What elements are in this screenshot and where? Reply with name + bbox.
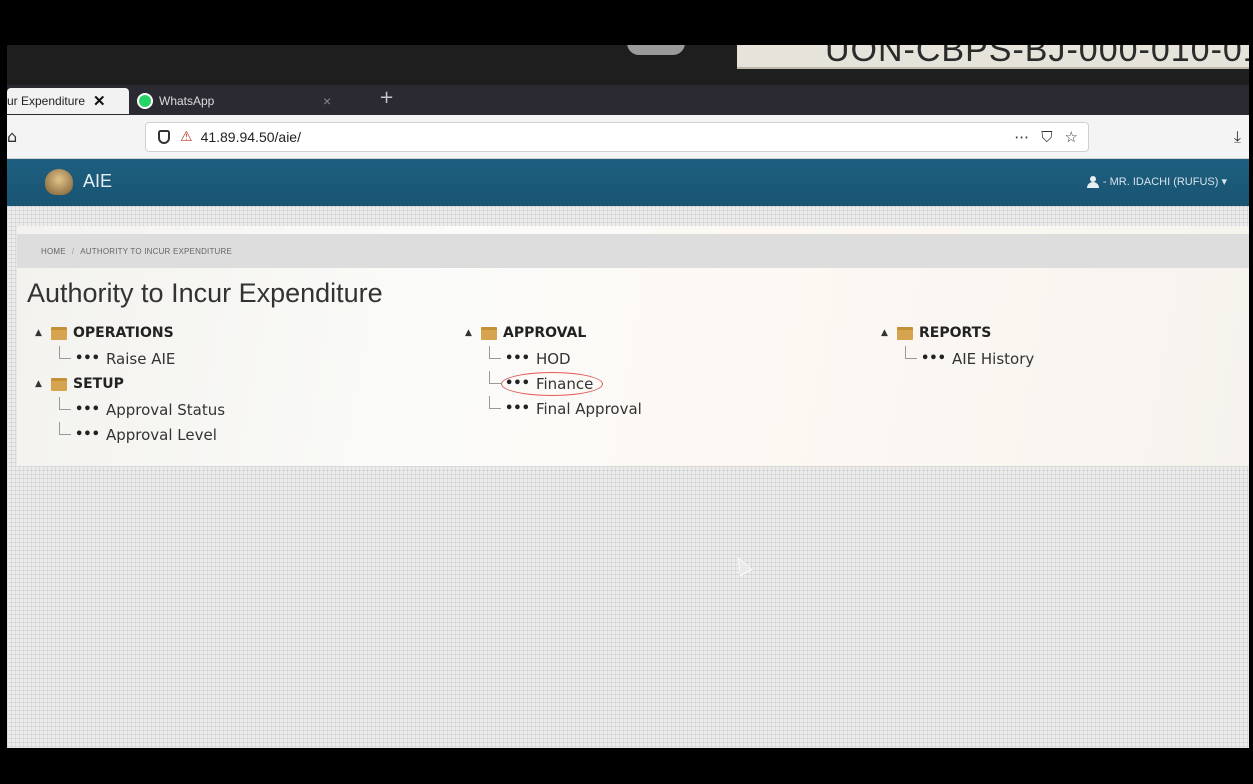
browser-tab-strip: ur Expenditure ✕ WhatsApp × +: [7, 85, 1249, 115]
ellipsis-icon: •••: [75, 402, 100, 417]
more-actions-icon[interactable]: ⋯: [1014, 128, 1029, 146]
asset-sticker: UON-CBPS-BJ-000-010-010: [737, 45, 1249, 69]
tree-item-label[interactable]: HOD: [536, 350, 571, 368]
webcam: [627, 45, 685, 55]
home-icon[interactable]: ⌂: [7, 127, 17, 146]
user-icon: [1086, 175, 1099, 188]
tab-close-icon[interactable]: ✕: [93, 92, 106, 110]
url-actions: ⋯ ⛉ ☆: [1014, 128, 1078, 146]
tree-connector: [59, 422, 71, 435]
university-logo-icon: [45, 169, 73, 195]
photo-border-left: [0, 45, 7, 748]
tree-item-label[interactable]: Approval Level: [106, 426, 217, 444]
tree-approval: ▲ APPROVAL ••• HOD ••• Finance ••• Final…: [465, 320, 642, 421]
breadcrumb: HOME / AUTHORITY TO INCUR EXPENDITURE: [17, 234, 1249, 268]
tab-whatsapp[interactable]: WhatsApp ×: [133, 88, 373, 114]
url-text[interactable]: 41.89.94.50/aie/: [201, 129, 301, 145]
tree-reports: ▲ REPORTS ••• AIE History: [881, 320, 1034, 371]
tab-whatsapp-close-icon[interactable]: ×: [323, 93, 331, 109]
bookmark-star-icon[interactable]: ☆: [1065, 128, 1078, 146]
folder-icon: [897, 326, 913, 340]
browser-nav-bar: ⌂ ⚠ 41.89.94.50/aie/ ⋯ ⛉ ☆ ⤓: [7, 115, 1249, 159]
breadcrumb-current: AUTHORITY TO INCUR EXPENDITURE: [80, 246, 233, 256]
collapse-icon[interactable]: ▲: [465, 328, 481, 338]
tree-item-approval-level[interactable]: ••• Approval Level: [35, 422, 225, 447]
ellipsis-icon: •••: [505, 401, 530, 416]
tracking-shield-icon[interactable]: [158, 130, 170, 144]
collapse-icon[interactable]: ▲: [35, 328, 51, 338]
tree-node-setup[interactable]: ▲ SETUP: [35, 371, 225, 397]
photo-border-top: [0, 0, 1253, 45]
tab-aie[interactable]: ur Expenditure ✕: [7, 88, 129, 114]
tree-item-label[interactable]: Final Approval: [536, 400, 642, 418]
tree-item-raise-aie[interactable]: ••• Raise AIE: [35, 346, 225, 371]
tree-operations: ▲ OPERATIONS ••• Raise AIE ▲ SETUP ••• A…: [35, 320, 225, 447]
page-body: HOME / AUTHORITY TO INCUR EXPENDITURE Au…: [7, 206, 1249, 748]
breadcrumb-separator: /: [71, 246, 75, 256]
tree-node-operations[interactable]: ▲ OPERATIONS: [35, 320, 225, 346]
collapse-icon[interactable]: ▲: [881, 328, 897, 338]
tree-connector: [905, 346, 917, 359]
ellipsis-icon: •••: [505, 351, 530, 366]
page-title: Authority to Incur Expenditure: [27, 278, 383, 308]
ellipsis-icon: •••: [75, 427, 100, 442]
photo-border-bottom: [0, 748, 1253, 784]
ellipsis-icon: •••: [921, 351, 946, 366]
monitor-frame: UON-CBPS-BJ-000-010-010: [7, 45, 1249, 85]
tree-item-finance[interactable]: ••• Finance: [465, 371, 642, 396]
tree-node-label: OPERATIONS: [73, 325, 174, 341]
insecure-lock-icon[interactable]: ⚠: [180, 129, 193, 145]
tree-item-aie-history[interactable]: ••• AIE History: [881, 346, 1034, 371]
content-panel: HOME / AUTHORITY TO INCUR EXPENDITURE Au…: [17, 226, 1249, 466]
new-tab-button[interactable]: +: [379, 87, 394, 108]
url-bar[interactable]: ⚠ 41.89.94.50/aie/ ⋯ ⛉ ☆: [145, 122, 1089, 152]
pocket-icon[interactable]: ⛉: [1041, 128, 1052, 146]
user-menu[interactable]: - MR. IDACHI (RUFUS) ▾: [1086, 175, 1227, 188]
tree-connector: [489, 346, 501, 359]
whatsapp-icon: [137, 93, 153, 109]
tab-aie-label: ur Expenditure: [7, 94, 86, 108]
ellipsis-icon: •••: [75, 351, 100, 366]
tree-item-hod[interactable]: ••• HOD: [465, 346, 642, 371]
user-name: - MR. IDACHI (RUFUS) ▾: [1102, 176, 1227, 188]
tree-item-final-approval[interactable]: ••• Final Approval: [465, 396, 642, 421]
tree-node-label: SETUP: [73, 376, 124, 392]
tree-connector: [489, 396, 501, 409]
breadcrumb-home[interactable]: HOME: [41, 247, 66, 256]
tree-connector: [59, 397, 71, 410]
tree-connector: [489, 371, 501, 384]
tree-item-approval-status[interactable]: ••• Approval Status: [35, 397, 225, 422]
tree-node-approval[interactable]: ▲ APPROVAL: [465, 320, 642, 346]
tree-item-label[interactable]: Raise AIE: [106, 350, 175, 368]
tree-node-label: REPORTS: [919, 325, 992, 341]
collapse-icon[interactable]: ▲: [35, 379, 51, 389]
folder-icon: [51, 377, 67, 391]
tree-connector: [59, 346, 71, 359]
tree-item-label[interactable]: Approval Status: [106, 401, 225, 419]
asset-sticker-text: UON-CBPS-BJ-000-010-010: [825, 45, 1249, 69]
folder-icon: [481, 326, 497, 340]
annotation-circle: [501, 372, 603, 396]
app-header: AIE - MR. IDACHI (RUFUS) ▾: [7, 159, 1249, 206]
tab-whatsapp-label: WhatsApp: [159, 94, 215, 108]
folder-icon: [51, 326, 67, 340]
tree-node-reports[interactable]: ▲ REPORTS: [881, 320, 1034, 346]
tree-item-label[interactable]: AIE History: [952, 350, 1034, 368]
tree-node-label: APPROVAL: [503, 325, 587, 341]
photo-border-right: [1249, 45, 1253, 748]
download-icon[interactable]: ⤓: [1234, 127, 1241, 147]
app-title[interactable]: AIE: [83, 171, 112, 192]
